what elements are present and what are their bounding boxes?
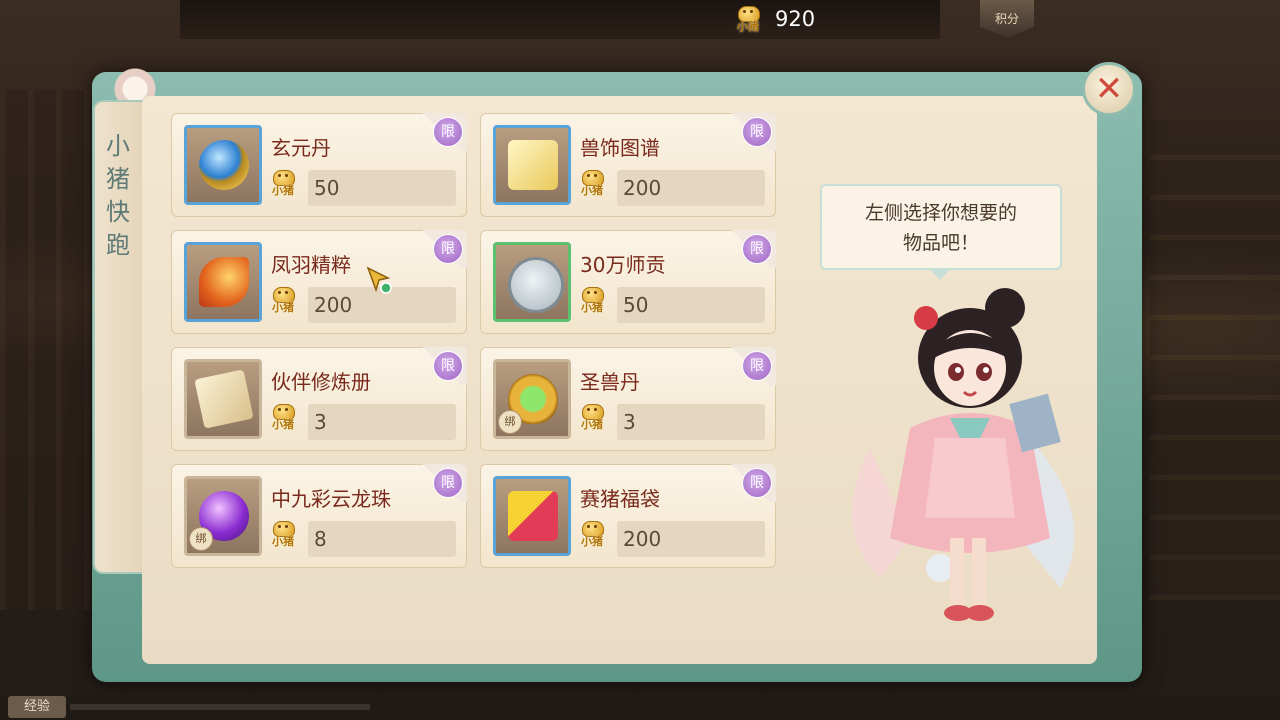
item-price: 200 <box>623 527 662 551</box>
item-icon-frame: 绑 <box>184 476 262 556</box>
limit-badge: 限 <box>726 347 776 385</box>
background-shelf <box>1150 120 1280 600</box>
price-box <box>308 404 456 440</box>
price-box <box>308 521 456 557</box>
item-card[interactable]: 30万师贡小猪 50 限 <box>480 230 776 334</box>
panel-title: 小猪快跑 <box>106 132 130 259</box>
limit-badge: 限 <box>726 230 776 268</box>
item-name: 凤羽精粹 <box>271 253 351 277</box>
npc-speech-bubble: 左侧选择你想要的 物品吧！ <box>820 184 1062 280</box>
phoenix-feather-icon <box>199 257 249 307</box>
limit-icon: 限 <box>433 234 463 264</box>
exp-progress-track <box>70 704 370 710</box>
item-icon-frame <box>184 359 262 439</box>
pig-coin-icon: 小猪 <box>577 402 607 432</box>
item-price: 200 <box>314 293 353 317</box>
npc-hint-line1: 左侧选择你想要的 <box>864 202 1017 224</box>
item-icon-frame: 绑 <box>493 359 571 439</box>
pig-coin-icon: 小猪 <box>268 402 298 432</box>
top-resource-bar <box>180 0 940 39</box>
npc-girl-character <box>852 288 1075 621</box>
orb-cauldron-icon <box>199 140 249 190</box>
item-name: 伙伴修炼册 <box>271 370 371 394</box>
item-name: 中九彩云龙珠 <box>271 487 391 511</box>
limit-icon: 限 <box>742 234 772 264</box>
item-icon-frame <box>493 476 571 556</box>
tribute-coin-icon <box>508 257 564 313</box>
item-card[interactable]: 绑 圣兽丹小猪 3 限 <box>480 347 776 451</box>
limit-icon: 限 <box>433 468 463 498</box>
exp-label: 经验 <box>8 696 66 718</box>
lucky-bag-icon <box>508 491 558 541</box>
item-card[interactable]: 伙伴修炼册小猪 3 限 <box>171 347 467 451</box>
limit-badge: 限 <box>726 464 776 502</box>
limit-icon: 限 <box>742 351 772 381</box>
limit-badge: 限 <box>417 347 467 385</box>
bound-badge: 绑 <box>498 410 522 434</box>
item-name: 赛猪福袋 <box>580 487 660 511</box>
pig-coin-icon: 小猪 <box>577 168 607 198</box>
bound-badge: 绑 <box>189 527 213 551</box>
price-box <box>617 404 765 440</box>
item-card[interactable]: 兽饰图谱小猪 200 限 <box>480 113 776 217</box>
item-card[interactable]: 绑 中九彩云龙珠小猪 8 限 <box>171 464 467 568</box>
currency-amount: 920 <box>775 7 816 31</box>
pig-coin-icon: 小猪 <box>577 285 607 315</box>
panel-title-tab: 小猪快跑 <box>93 100 143 574</box>
item-icon-frame <box>493 125 571 205</box>
item-price: 50 <box>314 176 340 200</box>
item-price: 200 <box>623 176 662 200</box>
pig-coin-icon: 小猪 <box>577 519 607 549</box>
limit-icon: 限 <box>742 468 772 498</box>
limit-icon: 限 <box>433 351 463 381</box>
limit-badge: 限 <box>417 230 467 268</box>
limit-badge: 限 <box>417 113 467 151</box>
item-icon-frame <box>493 242 571 322</box>
limit-badge: 限 <box>726 113 776 151</box>
item-name: 30万师贡 <box>580 253 666 277</box>
item-icon-frame <box>184 125 262 205</box>
item-card[interactable]: 凤羽精粹小猪 200 限 <box>171 230 467 334</box>
item-price: 3 <box>314 410 327 434</box>
item-price: 8 <box>314 527 327 551</box>
training-book-icon <box>194 369 254 429</box>
item-icon-frame <box>184 242 262 322</box>
close-icon: ✕ <box>1094 69 1124 109</box>
limit-icon: 限 <box>433 117 463 147</box>
item-price: 50 <box>623 293 649 317</box>
pig-coin-icon: 小猪 <box>268 519 298 549</box>
limit-icon: 限 <box>742 117 772 147</box>
pig-coin-icon: 小猪 <box>733 4 763 34</box>
item-card[interactable]: 玄元丹小猪 50 限 <box>171 113 467 217</box>
exp-bar: 经验 <box>0 696 1280 720</box>
scroll-icon <box>508 140 558 190</box>
item-name: 玄元丹 <box>271 136 331 160</box>
npc-hint-line2: 物品吧！ <box>902 232 979 254</box>
item-name: 圣兽丹 <box>580 370 640 394</box>
pig-coin-icon: 小猪 <box>268 285 298 315</box>
pointer-cursor-icon <box>366 266 392 294</box>
item-name: 兽饰图谱 <box>580 136 660 160</box>
limit-badge: 限 <box>417 464 467 502</box>
item-price: 3 <box>623 410 636 434</box>
close-button[interactable]: ✕ <box>1082 62 1136 116</box>
pig-coin-icon: 小猪 <box>268 168 298 198</box>
item-card[interactable]: 赛猪福袋小猪 200 限 <box>480 464 776 568</box>
currency-display: 小猪 920 <box>733 4 815 34</box>
